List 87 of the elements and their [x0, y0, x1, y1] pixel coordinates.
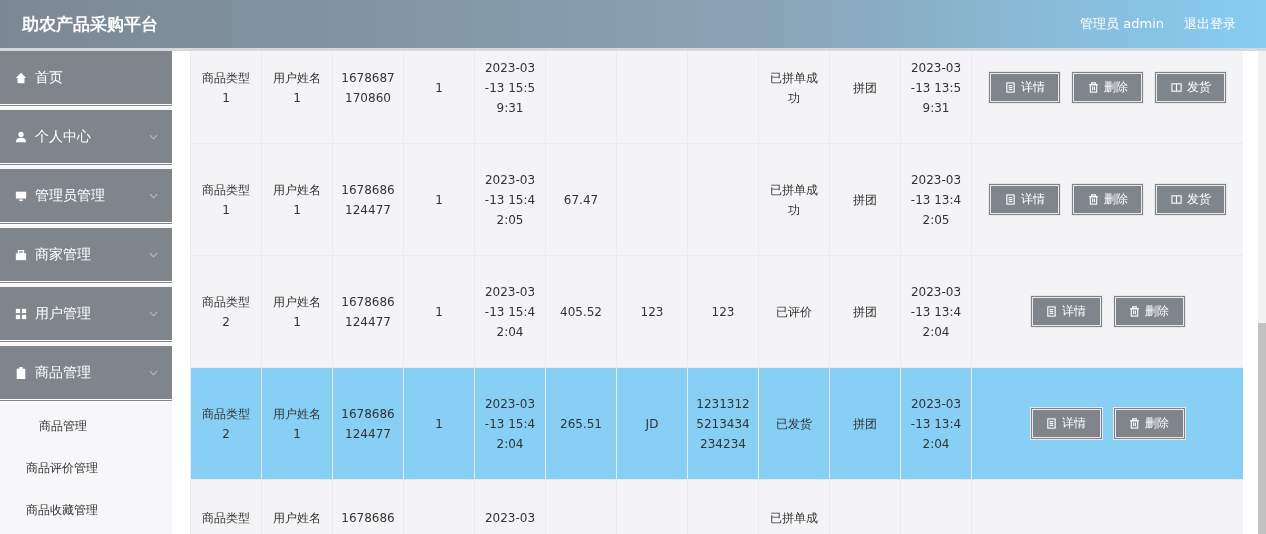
- trash-icon: [1129, 418, 1140, 429]
- table-cell-text: 已拼单成功: [769, 69, 819, 107]
- delete-button[interactable]: 删除: [1112, 407, 1186, 440]
- table-cell-text: 123: [711, 303, 735, 321]
- table-cell-text: 已发货: [776, 415, 812, 433]
- menu-item[interactable]: 管理员管理: [0, 169, 172, 225]
- table-cell-text: 商品类型1: [201, 69, 251, 107]
- table-cell-text: 2023-03: [484, 510, 536, 527]
- document-icon: [1004, 194, 1016, 205]
- trash-icon: [1087, 194, 1099, 205]
- table-cell-text: 2023-03-13 13:59:31: [909, 59, 963, 117]
- table-cell-text: 拼团: [853, 303, 877, 321]
- briefcase-icon: [15, 248, 27, 261]
- table-cell-text: 拼团: [853, 191, 877, 209]
- ship-button[interactable]: 发货: [1154, 71, 1227, 104]
- table-cell-text: 405.52: [560, 303, 602, 321]
- table-row[interactable]: 商品类型 用户姓名 1678686 2023-03 已拼单成: [190, 479, 1243, 534]
- table-cell-text: 2023-03-13 13:42:04: [909, 283, 963, 341]
- menu-item[interactable]: 用户管理: [0, 287, 172, 343]
- table-cell-text: 1: [435, 79, 443, 97]
- book-icon: [1170, 194, 1182, 205]
- table-cell-text: 2023-03-13 13:42:04: [909, 395, 963, 453]
- table-cell-text: 商品类型: [202, 510, 250, 527]
- trash-icon: [1087, 82, 1099, 93]
- clipboard-icon: [15, 366, 27, 379]
- document-icon: [1004, 82, 1016, 93]
- menu-item[interactable]: 首页: [0, 51, 172, 107]
- delete-button[interactable]: 删除: [1071, 71, 1144, 104]
- table-cell-text: 拼团: [853, 79, 877, 97]
- table-cell-text: 2023-03-13 15:42:04: [483, 283, 537, 341]
- detail-button[interactable]: 详情: [988, 183, 1061, 216]
- ship-button[interactable]: 发货: [1154, 183, 1227, 216]
- detail-button[interactable]: 详情: [1029, 407, 1103, 440]
- trash-icon: [1129, 306, 1140, 317]
- table-cell-text: 1678686124477: [341, 293, 395, 331]
- table-cell-text: 用户姓名1: [272, 69, 322, 107]
- book-icon: [1170, 82, 1182, 93]
- home-icon: [15, 71, 27, 84]
- table-cell-text: 123: [640, 303, 664, 321]
- user-icon: [15, 130, 27, 143]
- table-cell-text: 已拼单成: [770, 510, 818, 527]
- detail-button[interactable]: 详情: [988, 71, 1061, 104]
- table-cell-text: 1678687170860: [341, 69, 395, 107]
- detail-button[interactable]: 详情: [1029, 295, 1103, 328]
- document-icon: [1046, 306, 1057, 317]
- table-cell-text: 1: [435, 191, 443, 209]
- table-cell-text: 已拼单成功: [769, 181, 819, 219]
- table-cell-text: 商品类型1: [201, 181, 251, 219]
- table-cell-text: 拼团: [853, 415, 877, 433]
- table-cell-text: 2023-03-13 15:42:05: [483, 171, 537, 229]
- table-cell-text: 1678686: [341, 510, 395, 527]
- table-cell-text: 用户姓名1: [272, 405, 322, 443]
- table-cell-text: 商品类型2: [201, 405, 251, 443]
- table-cell-text: 用户姓名: [273, 510, 321, 527]
- table-cell-text: 2023-03-13 15:42:04: [483, 395, 537, 453]
- menu-item[interactable]: 商家管理: [0, 228, 172, 284]
- table-cell-text: 用户姓名1: [272, 181, 322, 219]
- document-icon: [1046, 418, 1057, 429]
- submenu-item[interactable]: 商品收藏管理: [0, 489, 172, 531]
- table-cell-text: 用户姓名1: [272, 293, 322, 331]
- submenu-item[interactable]: 商品评价管理: [0, 447, 172, 489]
- table-cell-text: 1678686124477: [341, 181, 395, 219]
- app-title: 助农产品采购平台: [22, 12, 158, 36]
- table-cell-text: 1: [435, 303, 443, 321]
- user-label: 管理员 admin: [1080, 15, 1164, 33]
- menu-item[interactable]: 商品管理: [0, 346, 172, 402]
- table-cell-text: 265.51: [560, 415, 602, 433]
- submenu-item[interactable]: 商品管理: [0, 405, 172, 447]
- monitor-icon: [15, 189, 27, 202]
- table-row[interactable]: 商品类型1 用户姓名1 1678687170860 1 2023-03-13 15:59:31 已拼单成功 拼团 2023-03-13 13:59:31 详情 删除 发货: [190, 51, 1243, 144]
- table-cell-text: 商品类型2: [201, 293, 251, 331]
- table-cell-text: 12313125213434234234: [696, 395, 750, 453]
- table-cell-text: 已评价: [776, 303, 812, 321]
- table-cell-text: 2023-03-13 15:59:31: [483, 59, 537, 117]
- scrollbar[interactable]: [1258, 51, 1266, 534]
- table-row[interactable]: 商品类型2 用户姓名1 1678686124477 1 2023-03-13 15:42:04 265.51 JD 12313125213434234234 已发货 拼团 2023-03-13 13:42:04 详情 删除: [190, 367, 1243, 480]
- table-cell-text: 1678686124477: [341, 405, 395, 443]
- delete-button[interactable]: 删除: [1071, 183, 1144, 216]
- grid-icon: [15, 307, 27, 320]
- table-row[interactable]: 商品类型1 用户姓名1 1678686124477 1 2023-03-13 15:42:05 67.47 已拼单成功 拼团 2023-03-13 13:42:05 详情 删除 发货: [190, 143, 1243, 256]
- table-cell-text: 67.47: [563, 191, 599, 209]
- table-cell-text: 1: [435, 415, 443, 433]
- delete-button[interactable]: 删除: [1112, 295, 1186, 328]
- table-cell-text: 2023-03-13 13:42:05: [909, 171, 963, 229]
- table-row[interactable]: 商品类型2 用户姓名1 1678686124477 1 2023-03-13 15:42:04 405.52 123 123 已评价 拼团 2023-03-13 13:42:04 详情 删除: [190, 255, 1243, 368]
- table-cell-text: JD: [645, 415, 659, 433]
- menu-item[interactable]: 个人中心: [0, 110, 172, 166]
